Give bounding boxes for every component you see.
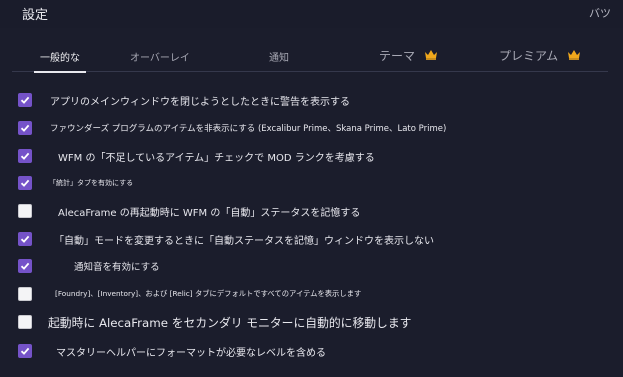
checkbox[interactable] bbox=[18, 176, 32, 190]
setting-row: 「統計」タブを有効にする bbox=[18, 174, 133, 192]
checkbox[interactable] bbox=[18, 149, 32, 163]
checkbox[interactable] bbox=[18, 121, 32, 135]
crown-icon bbox=[424, 49, 438, 63]
tab-general[interactable]: 一般的な bbox=[34, 44, 86, 73]
checkbox[interactable] bbox=[18, 315, 32, 329]
setting-row: WFM の「不足しているアイテム」チェックで MOD ランクを考慮する bbox=[18, 147, 375, 165]
checkmark-icon bbox=[20, 347, 30, 355]
checkbox[interactable] bbox=[18, 344, 32, 358]
checkmark-icon bbox=[20, 179, 30, 187]
checkbox[interactable] bbox=[18, 232, 32, 246]
tab-theme[interactable]: テーマ bbox=[379, 44, 438, 72]
setting-label: 「自動」モードを変更するときに「自動ステータスを記憶」ウィンドウを表示しない bbox=[54, 235, 434, 247]
title-bar: 設定 バツ bbox=[0, 0, 623, 28]
tab-label: 通知 bbox=[269, 53, 289, 64]
settings-window: 設定 バツ 一般的な オーバーレイ 通知 テーマ プレミアム アプリのメインウィ… bbox=[0, 0, 623, 377]
setting-row: マスタリーヘルパーにフォーマットが必要なレベルを含める bbox=[18, 342, 326, 360]
setting-label: マスタリーヘルパーにフォーマットが必要なレベルを含める bbox=[56, 347, 326, 359]
checkbox[interactable] bbox=[18, 93, 32, 107]
tab-label: テーマ bbox=[379, 49, 416, 63]
setting-label: 通知音を有効にする bbox=[74, 262, 160, 273]
setting-label: [Foundry]、[Inventory]、および [Relic] タブにデフォ… bbox=[55, 289, 362, 298]
close-button[interactable]: バツ bbox=[589, 5, 611, 21]
tab-label: プレミアム bbox=[499, 49, 559, 63]
window-title: 設定 bbox=[22, 8, 49, 23]
checkmark-icon bbox=[20, 262, 30, 270]
setting-label: WFM の「不足しているアイテム」チェックで MOD ランクを考慮する bbox=[58, 152, 375, 164]
crown-icon bbox=[567, 49, 581, 63]
setting-label: ファウンダーズ プログラムのアイテムを非表示にする (Excalibur Pri… bbox=[50, 124, 447, 134]
tab-notifications[interactable]: 通知 bbox=[269, 44, 289, 72]
setting-row: AlecaFrame の再起動時に WFM の「自動」ステータスを記憶する bbox=[18, 202, 360, 220]
setting-row: 起動時に AlecaFrame をセカンダリ モニターに自動的に移動します bbox=[18, 313, 411, 331]
setting-row: ファウンダーズ プログラムのアイテムを非表示にする (Excalibur Pri… bbox=[18, 119, 446, 137]
setting-label: AlecaFrame の再起動時に WFM の「自動」ステータスを記憶する bbox=[58, 207, 361, 219]
setting-label: 起動時に AlecaFrame をセカンダリ モニターに自動的に移動します bbox=[48, 315, 412, 330]
tab-overlay[interactable]: オーバーレイ bbox=[130, 44, 190, 72]
setting-row: 「自動」モードを変更するときに「自動ステータスを記憶」ウィンドウを表示しない bbox=[18, 230, 434, 248]
tab-label: 一般的な bbox=[40, 53, 80, 64]
setting-label: 「統計」タブを有効にする bbox=[49, 179, 134, 187]
checkbox[interactable] bbox=[18, 204, 32, 218]
checkmark-icon bbox=[20, 96, 30, 104]
checkbox[interactable] bbox=[18, 259, 32, 273]
checkmark-icon bbox=[20, 152, 30, 160]
tab-label: オーバーレイ bbox=[130, 53, 190, 64]
settings-tabs: 一般的な オーバーレイ 通知 テーマ プレミアム bbox=[12, 44, 608, 73]
setting-row: 通知音を有効にする bbox=[18, 257, 160, 275]
setting-label: アプリのメインウィンドウを閉じようとしたときに警告を表示する bbox=[50, 96, 350, 108]
checkbox[interactable] bbox=[18, 287, 32, 301]
tab-premium[interactable]: プレミアム bbox=[499, 44, 581, 72]
checkmark-icon bbox=[20, 235, 30, 243]
setting-row: アプリのメインウィンドウを閉じようとしたときに警告を表示する bbox=[18, 91, 350, 109]
checkmark-icon bbox=[20, 124, 30, 132]
setting-row: [Foundry]、[Inventory]、および [Relic] タブにデフォ… bbox=[18, 285, 361, 303]
